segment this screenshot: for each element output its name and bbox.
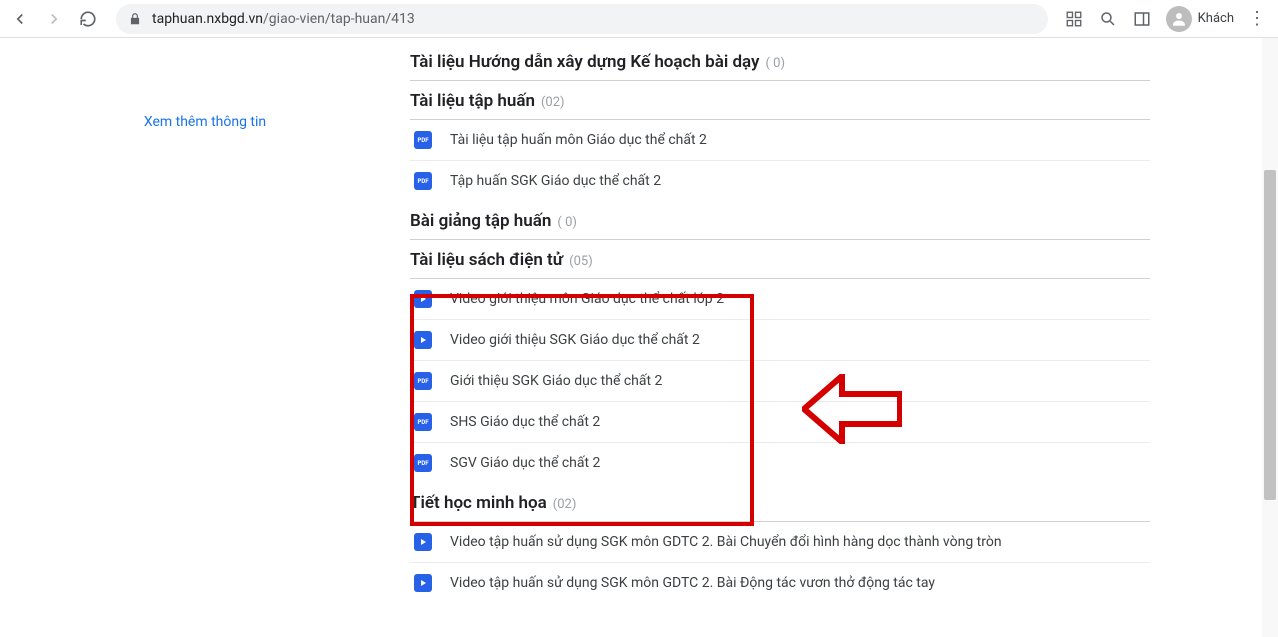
pdf-icon: PDF <box>414 413 432 431</box>
item-label: Video giới thiệu SGK Giáo dục thể chất 2 <box>450 332 700 348</box>
lock-icon <box>128 12 142 26</box>
list-item[interactable]: PDF SGV Giáo dục thể chất 2 <box>410 443 1150 483</box>
item-label: SGV Giáo dục thể chất 2 <box>450 455 600 471</box>
list-item[interactable]: Video giới thiệu môn Giáo dục thể chất l… <box>410 279 1150 320</box>
pdf-icon: PDF <box>414 454 432 472</box>
avatar-icon <box>1166 6 1192 32</box>
section-count: ( 0) <box>557 215 577 230</box>
item-label: Video tập huấn sử dụng SGK môn GDTC 2. B… <box>450 575 935 591</box>
section-training-lectures: Bài giảng tập huấn ( 0) <box>410 207 1150 240</box>
section-count: (05) <box>569 254 593 269</box>
section-ebooks: Tài liệu sách điện tử (05) Video giới th… <box>410 246 1150 483</box>
url-bar[interactable]: taphuan.nxbgd.vn/giao-vien/tap-huan/413 <box>116 4 1048 34</box>
list-item[interactable]: Video tập huấn sử dụng SGK môn GDTC 2. B… <box>410 522 1150 563</box>
pdf-icon: PDF <box>414 372 432 390</box>
pdf-icon: PDF <box>414 131 432 149</box>
section-count: ( 0) <box>766 56 786 71</box>
list-item[interactable]: Video giới thiệu SGK Giáo dục thể chất 2 <box>410 320 1150 361</box>
section-training-docs: Tài liệu tập huấn (02) PDF Tài liệu tập … <box>410 87 1150 201</box>
list-item[interactable]: PDF SHS Giáo dục thể chất 2 <box>410 402 1150 443</box>
item-label: Video tập huấn sử dụng SGK môn GDTC 2. B… <box>450 534 1002 550</box>
video-play-icon <box>414 574 432 592</box>
translate-icon[interactable] <box>1064 9 1084 29</box>
guest-label: Khách <box>1198 11 1234 26</box>
list-item[interactable]: Video tập huấn sử dụng SGK môn GDTC 2. B… <box>410 563 1150 603</box>
sidebar: Xem thêm thông tin <box>0 48 410 609</box>
video-play-icon <box>414 331 432 349</box>
item-label: Tập huấn SGK Giáo dục thể chất 2 <box>450 173 661 189</box>
zoom-icon[interactable] <box>1098 9 1118 29</box>
pdf-icon: PDF <box>414 172 432 190</box>
content-area: Xem thêm thông tin Tài liệu Hướng dẫn xâ… <box>0 38 1278 637</box>
scrollbar-track[interactable] <box>1262 38 1278 637</box>
main-content: Tài liệu Hướng dẫn xây dựng Kế hoạch bài… <box>410 48 1150 609</box>
section-title: Tài liệu Hướng dẫn xây dựng Kế hoạch bài… <box>410 52 760 72</box>
forward-button[interactable] <box>42 7 66 31</box>
section-count: (02) <box>541 95 565 110</box>
section-title: Bài giảng tập huấn <box>410 211 551 231</box>
scrollbar-thumb[interactable] <box>1264 170 1276 500</box>
item-label: Giới thiệu SGK Giáo dục thể chất 2 <box>450 373 662 389</box>
url-text: taphuan.nxbgd.vn/giao-vien/tap-huan/413 <box>152 11 415 27</box>
kebab-menu-icon[interactable]: ⋮ <box>1248 8 1266 29</box>
list-item[interactable]: PDF Giới thiệu SGK Giáo dục thể chất 2 <box>410 361 1150 402</box>
reload-button[interactable] <box>76 7 100 31</box>
list-item[interactable]: PDF Tài liệu tập huấn môn Giáo dục thể c… <box>410 120 1150 161</box>
section-title: Tài liệu tập huấn <box>410 91 535 111</box>
section-title: Tài liệu sách điện tử <box>410 250 563 270</box>
toolbar-right: Khách ⋮ <box>1064 6 1270 32</box>
panel-icon[interactable] <box>1132 9 1152 29</box>
item-label: Tài liệu tập huấn môn Giáo dục thể chất … <box>450 132 707 148</box>
item-label: SHS Giáo dục thể chất 2 <box>450 414 600 430</box>
item-label: Video giới thiệu môn Giáo dục thể chất l… <box>450 291 724 307</box>
section-demo-lessons: Tiết học minh họa (02) Video tập huấn sử… <box>410 489 1150 603</box>
more-info-link[interactable]: Xem thêm thông tin <box>144 114 266 130</box>
list-item[interactable]: PDF Tập huấn SGK Giáo dục thể chất 2 <box>410 161 1150 201</box>
section-lesson-plan-guide: Tài liệu Hướng dẫn xây dựng Kế hoạch bài… <box>410 48 1150 81</box>
browser-toolbar: taphuan.nxbgd.vn/giao-vien/tap-huan/413 … <box>0 0 1278 38</box>
video-play-icon <box>414 533 432 551</box>
profile-button[interactable]: Khách <box>1166 6 1234 32</box>
section-count: (02) <box>553 497 577 512</box>
video-play-icon <box>414 290 432 308</box>
section-title: Tiết học minh họa <box>410 493 547 513</box>
back-button[interactable] <box>8 7 32 31</box>
